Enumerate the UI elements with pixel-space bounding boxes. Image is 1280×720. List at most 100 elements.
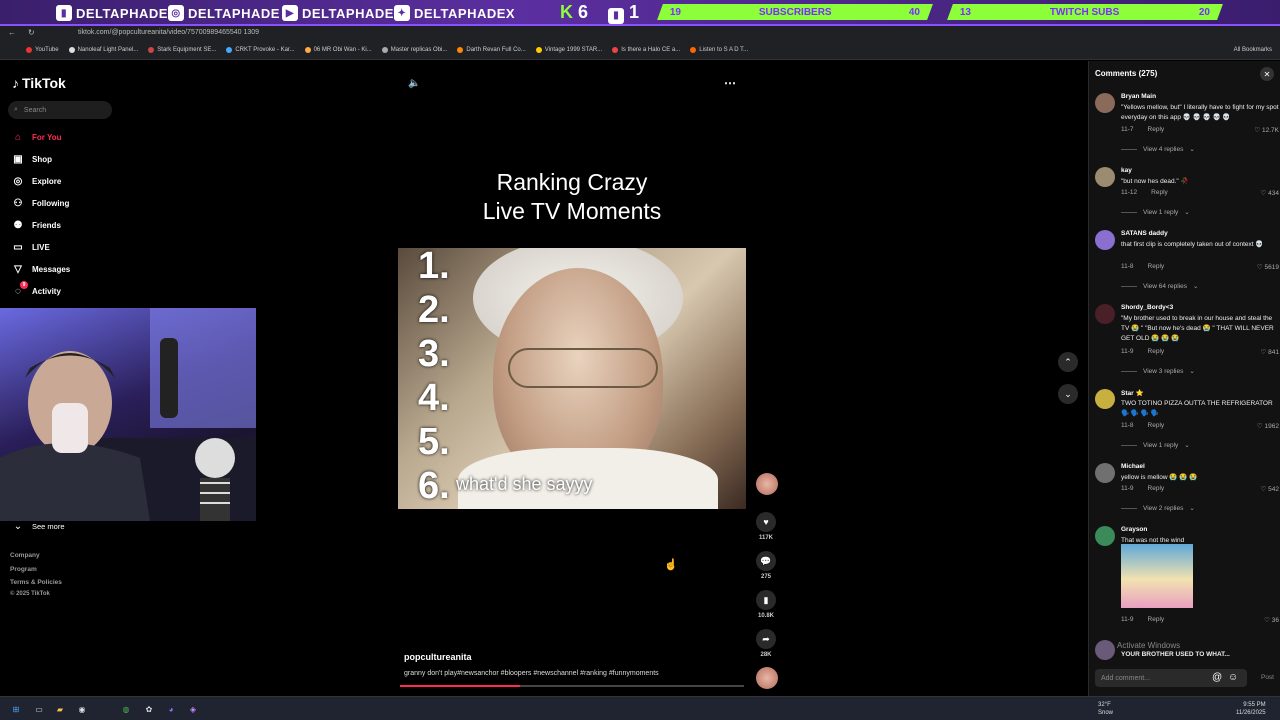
comment-text: that first clip is completely taken out … (1121, 241, 1264, 248)
avatar[interactable] (1095, 230, 1115, 250)
comment-like[interactable]: ♡ 36 (1264, 616, 1279, 624)
bookmark-item[interactable]: Nanoleaf Light Panel... (68, 46, 138, 53)
windows-start-icon[interactable]: ⊞ (9, 702, 23, 716)
author-avatar-button[interactable] (756, 473, 778, 495)
comment-like[interactable]: ♡ 5619 (1257, 263, 1279, 271)
bookmark-item[interactable]: Darth Revan Full Co... (457, 46, 526, 53)
chevron-down-icon: ⌄ (1064, 388, 1072, 399)
avatar[interactable] (1095, 93, 1115, 113)
app-icon[interactable]: ◈ (186, 702, 200, 716)
close-icon[interactable]: ✕ (1260, 67, 1274, 81)
bookmark-item[interactable]: YouTube (26, 46, 59, 53)
bookmark-item[interactable]: CRKT Provoke - Kar... (226, 46, 295, 53)
reply-button[interactable]: Reply (1151, 189, 1168, 196)
view-replies-button[interactable]: View 1 reply ⌄ (1121, 208, 1190, 216)
avatar[interactable] (1095, 167, 1115, 187)
avatar[interactable] (1095, 463, 1115, 483)
comment-user[interactable]: Shordy_Bordy<3 (1121, 304, 1173, 311)
reply-button[interactable]: Reply (1148, 348, 1165, 355)
steam-icon[interactable]: ◉ (75, 702, 89, 716)
bookmark-item[interactable]: Listen to S A D T... (690, 46, 748, 53)
comment-user[interactable]: kay (1121, 167, 1132, 174)
reply-button[interactable]: Reply (1148, 616, 1165, 623)
nav-live[interactable]: ▭ LIVE (12, 241, 50, 253)
next-video-button[interactable]: ⌄ (1058, 384, 1078, 404)
nav-for-you[interactable]: ⌂ For You (12, 131, 62, 143)
file-explorer-icon[interactable]: ▰ (53, 702, 67, 716)
twitch-subs-label: TWITCH SUBS (1050, 6, 1120, 18)
view-replies-button[interactable]: View 2 replies ⌄ (1121, 504, 1195, 512)
save-button[interactable]: ▮ 10.8K (756, 590, 776, 619)
previous-video-button[interactable]: ⌃ (1058, 352, 1078, 372)
streamer-webcam (0, 308, 256, 521)
reply-button[interactable]: Reply (1148, 485, 1165, 492)
bookmark-item[interactable]: Stark Equipment SE... (148, 46, 216, 53)
more-options-icon[interactable]: ⋯ (724, 76, 736, 90)
comment-user[interactable]: SATANS daddy (1121, 230, 1168, 237)
view-replies-button[interactable]: View 4 replies ⌄ (1121, 145, 1195, 153)
search-input[interactable]: ⌕ Search (8, 101, 112, 119)
comment-like[interactable]: ♡ 12.7K (1254, 126, 1279, 134)
like-button[interactable]: ♥ 117K (756, 512, 776, 541)
volume-icon[interactable]: 🔈 (408, 78, 420, 89)
video-player[interactable]: 1. 2. 3. 4. 5. 6. what'd she sayyy (398, 248, 746, 509)
comment-like[interactable]: ♡ 841 (1261, 348, 1280, 356)
footer-terms[interactable]: Terms & Policies (10, 579, 62, 586)
address-bar[interactable]: ← ↻ tiktok.com/@popcultureanita/video/75… (0, 26, 1280, 40)
nav-explore[interactable]: ◎ Explore (12, 175, 62, 187)
weather-widget[interactable]: 32°F Snow (1098, 701, 1113, 717)
nav-messages[interactable]: ▽ Messages (12, 263, 70, 275)
comment-user[interactable]: Bryan Main (1121, 93, 1156, 100)
avatar[interactable] (1095, 304, 1115, 324)
bookmark-item[interactable]: Vintage 1999 STAR... (535, 46, 602, 53)
comment-button[interactable]: 💬 275 (756, 551, 776, 580)
mention-icon[interactable]: @ (1212, 672, 1222, 683)
reply-button[interactable]: Reply (1148, 126, 1165, 133)
nav-friends[interactable]: ⚉ Friends (12, 219, 61, 231)
comment-like[interactable]: ♡ 1962 (1257, 422, 1279, 430)
avatar[interactable] (1095, 526, 1115, 546)
task-view-icon[interactable]: ▭ (32, 702, 46, 716)
app-icon[interactable]: ✿ (142, 702, 156, 716)
share-button[interactable]: ➦ 28K (756, 629, 776, 658)
sound-avatar-button[interactable] (756, 667, 778, 689)
url-text[interactable]: tiktok.com/@popcultureanita/video/757009… (78, 29, 259, 36)
comment-like[interactable]: ♡ 542 (1261, 485, 1280, 493)
reply-button[interactable]: Reply (1148, 263, 1165, 270)
see-more-button[interactable]: ⌄ See more (12, 520, 65, 532)
footer-program[interactable]: Program (10, 566, 37, 573)
clock[interactable]: 9:55 PM 11/26/2025 (1236, 701, 1266, 717)
nav-shop[interactable]: ▣ Shop (12, 153, 52, 165)
video-author[interactable]: popcultureanita (404, 652, 472, 662)
view-replies-button[interactable]: View 1 reply ⌄ (1121, 441, 1190, 449)
reply-button[interactable]: Reply (1148, 422, 1165, 429)
avatar[interactable] (1095, 640, 1115, 660)
refresh-icon[interactable]: ↻ (28, 28, 35, 37)
youtube-icon: ▶ (282, 5, 298, 21)
tiktok-logo[interactable]: ♪ TikTok (12, 75, 66, 91)
view-replies-button[interactable]: View 64 replies ⌄ (1121, 282, 1198, 290)
emoji-icon[interactable]: ☺ (1228, 672, 1238, 683)
footer-company[interactable]: Company (10, 552, 40, 559)
all-bookmarks[interactable]: All Bookmarks (1234, 47, 1272, 53)
nav-activity[interactable]: ◌ Activity 9 (12, 281, 61, 297)
discord-icon[interactable]: ◕ (164, 702, 178, 716)
post-button[interactable]: Post (1261, 674, 1274, 681)
avatar[interactable] (1095, 389, 1115, 409)
comment-count: 275 (760, 574, 771, 580)
comment-user[interactable]: Star ⭐ (1121, 389, 1144, 397)
back-icon[interactable]: ← (8, 28, 16, 37)
add-comment-input[interactable]: Add comment... (1095, 669, 1247, 687)
video-progress-bar[interactable] (400, 685, 744, 687)
view-replies-button[interactable]: View 3 replies ⌄ (1121, 367, 1195, 375)
nav-following[interactable]: ⚇ Following (12, 197, 70, 209)
bookmark-item[interactable]: Master replicas Obi... (381, 46, 447, 53)
bookmark-item[interactable]: 06 MR Obi Wan - Ki... (304, 46, 372, 53)
divider (1121, 148, 1137, 150)
chrome-icon[interactable]: ◍ (119, 702, 133, 716)
bookmark-item[interactable]: Is there a Halo CE a... (612, 46, 680, 53)
comment-user[interactable]: Michael (1121, 463, 1145, 470)
comment-user[interactable]: Grayson (1121, 526, 1147, 533)
comment-like[interactable]: ♡ 434 (1261, 189, 1280, 197)
comment-gif-image[interactable] (1121, 544, 1193, 608)
